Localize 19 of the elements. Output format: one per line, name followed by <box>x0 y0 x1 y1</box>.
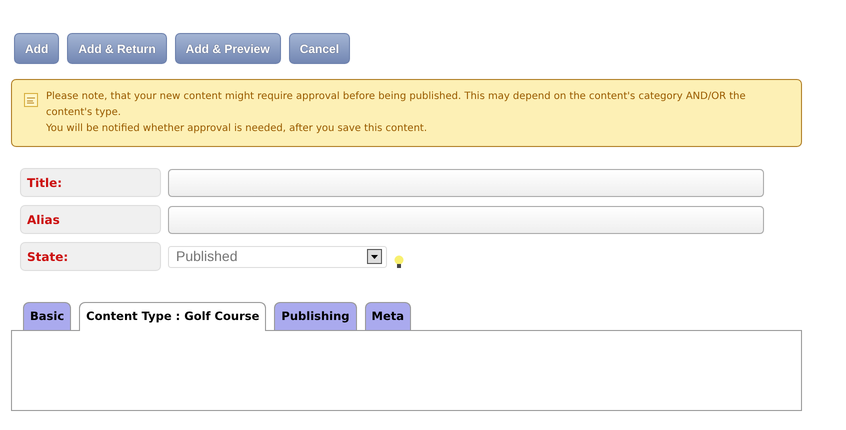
field-label: Alias <box>20 205 161 234</box>
tab[interactable]: Content Type : Golf Course <box>79 302 266 331</box>
action-button[interactable]: Cancel <box>288 33 350 64</box>
dropdown-caret-icon[interactable] <box>367 249 382 264</box>
state-select[interactable]: Published <box>168 246 387 268</box>
field-label: State: <box>20 242 161 271</box>
tab[interactable]: Meta <box>364 302 412 330</box>
action-button[interactable]: Add & Preview <box>174 33 281 64</box>
lightbulb-icon <box>394 255 404 268</box>
tab[interactable]: Publishing <box>274 302 357 330</box>
action-button[interactable]: Add <box>14 33 60 64</box>
action-button[interactable]: Add & Return <box>67 33 167 64</box>
notice-text: You will be notified whether approval is needed, after you save this content. <box>46 122 428 136</box>
tab[interactable]: Basic <box>23 302 72 330</box>
text-field[interactable] <box>168 168 764 196</box>
note-icon <box>24 93 38 107</box>
field-label: Title: <box>20 168 161 197</box>
notice-text: Please note, that your new content might require approval before being published. This may depend on the content's category AND/OR the content's type. <box>46 90 747 120</box>
text-field[interactable] <box>168 206 764 234</box>
